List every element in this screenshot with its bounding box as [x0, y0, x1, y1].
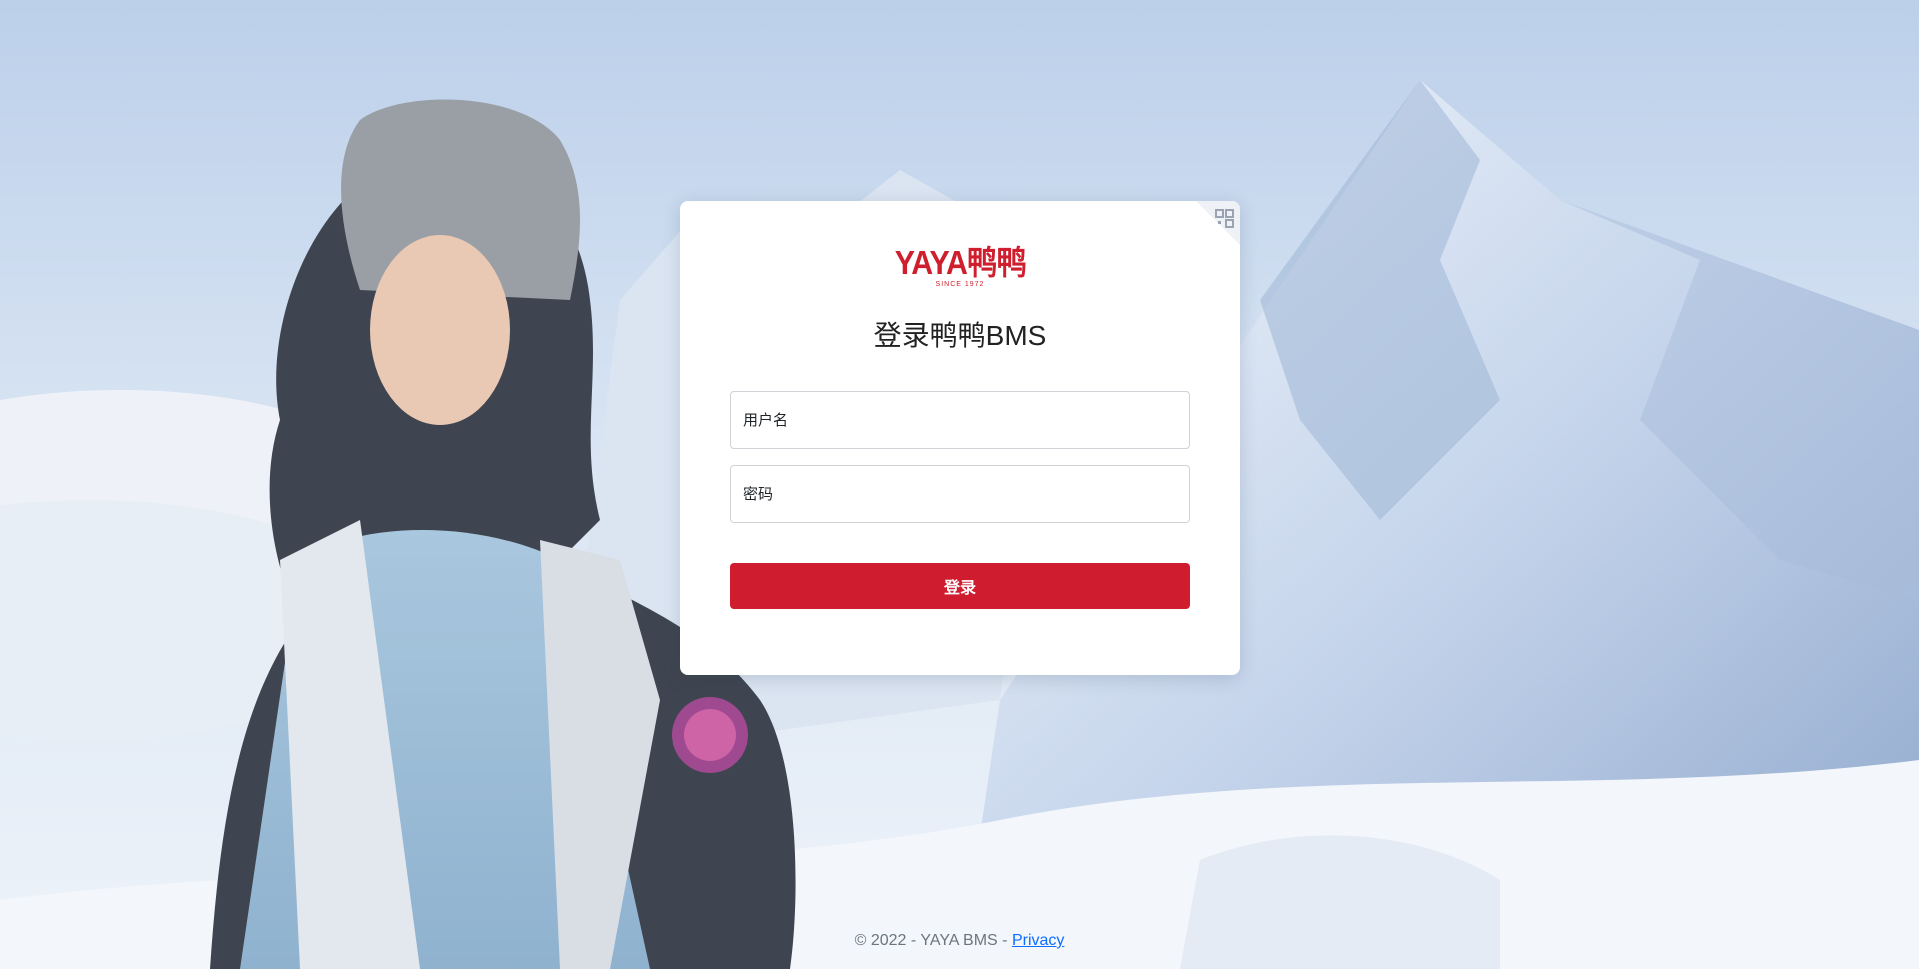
qr-code-icon — [1196, 201, 1240, 245]
brand-logo: YAYA鸭鸭 SINCE 1972 — [680, 246, 1240, 289]
password-input[interactable] — [730, 465, 1190, 523]
footer: © 2022 - YAYA BMS - Privacy — [0, 932, 1919, 950]
page-title: 登录鸭鸭BMS — [873, 320, 1047, 351]
login-card: YAYA鸭鸭 SINCE 1972 登录鸭鸭BMS 登录 — [680, 201, 1240, 675]
qr-login-toggle[interactable] — [1196, 201, 1240, 245]
login-button[interactable]: 登录 — [730, 563, 1190, 609]
logo-text: YAYA鸭鸭 — [894, 244, 1026, 281]
copyright-text: © 2022 - YAYA BMS - — [854, 932, 1012, 949]
username-input[interactable] — [730, 391, 1190, 449]
logo-tagline: SINCE 1972 — [935, 281, 985, 288]
privacy-link[interactable]: Privacy — [1012, 932, 1064, 949]
